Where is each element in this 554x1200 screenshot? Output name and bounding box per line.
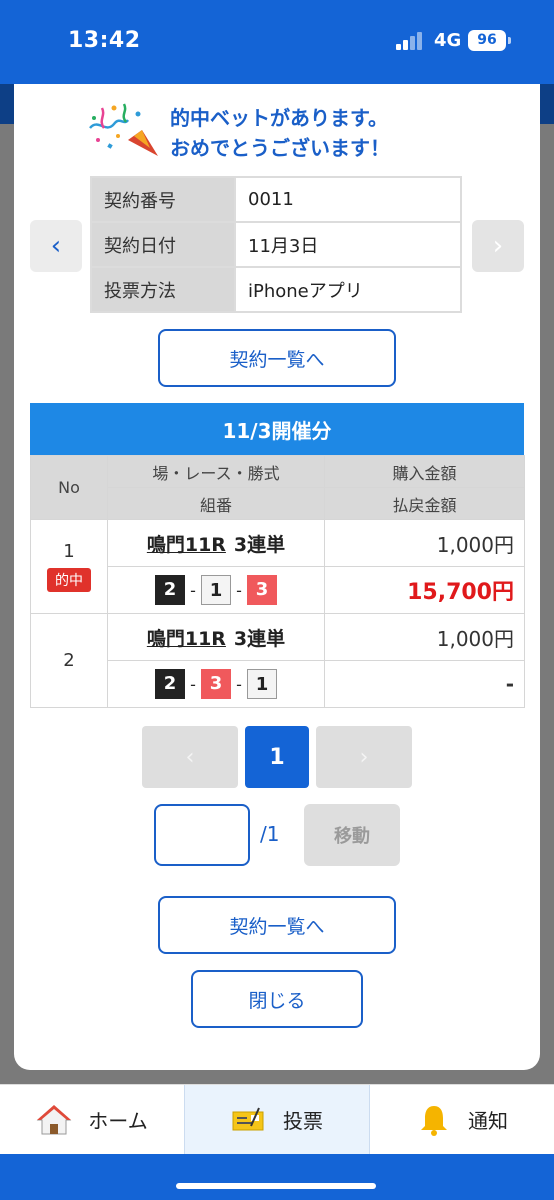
hit-badge: 的中	[47, 568, 91, 592]
page-prev-button[interactable]: ‹	[142, 726, 238, 788]
purchase-amount: 1,000円	[324, 613, 525, 661]
table-row: 1 的中 鳴門11R 3連単 1,000円	[30, 519, 525, 614]
race-link[interactable]: 鳴門11R	[147, 534, 226, 556]
bets-table: No 場・レース・勝式 購入金額 組番 払戻金額 1 的中 鳴門11R 3連単 1…	[30, 455, 525, 708]
contract-list-button[interactable]: 契約一覧へ	[158, 329, 396, 387]
separator: -	[236, 674, 242, 694]
home-indicator[interactable]	[176, 1183, 376, 1189]
battery-icon: 96	[468, 30, 506, 51]
page-total: /1	[260, 822, 280, 846]
contract-date-value: 11月3日	[234, 221, 462, 268]
bet-no-cell: 2	[30, 613, 108, 708]
previous-contract-button[interactable]: ‹	[30, 220, 82, 272]
hit-message-line1: 的中ベットがあります。	[170, 106, 388, 130]
status-bar: 13:42 4G 96	[0, 0, 554, 84]
boat-number: 2	[155, 575, 185, 605]
separator: -	[190, 674, 196, 694]
contract-row: 契約日付 11月3日	[90, 221, 462, 268]
close-button[interactable]: 閉じる	[191, 970, 363, 1028]
bet-type: 3連単	[233, 627, 286, 650]
contract-row: 契約番号 0011	[90, 176, 462, 223]
boat-number: 3	[201, 669, 231, 699]
bet-type: 3連単	[233, 533, 286, 556]
payout-amount: -	[324, 660, 525, 708]
contract-info-table: 契約番号 0011 契約日付 11月3日 投票方法 iPhoneアプリ	[90, 176, 462, 313]
boat-number: 1	[247, 669, 277, 699]
home-icon	[36, 1104, 72, 1134]
table-row: 2 鳴門11R 3連単 1,000円	[30, 613, 525, 708]
race-cell: 鳴門11R 3連単	[107, 519, 325, 567]
combo-cell: 2 - 1 - 3	[107, 566, 325, 614]
column-header-no: No	[30, 455, 108, 520]
background-strip	[540, 84, 554, 124]
bet-number: 2	[63, 650, 75, 671]
voting-method-label: 投票方法	[90, 266, 236, 313]
bell-icon	[421, 1105, 447, 1136]
battery-tip	[508, 37, 511, 44]
contract-number-label: 契約番号	[90, 176, 236, 223]
next-contract-button[interactable]: ›	[472, 220, 524, 272]
chevron-right-icon: ›	[492, 231, 504, 261]
goto-page-button[interactable]: 移動	[304, 804, 400, 866]
separator: -	[236, 580, 242, 600]
column-header-combo: 組番	[107, 487, 325, 520]
ticket-icon	[232, 1107, 264, 1130]
network-type: 4G	[434, 30, 462, 51]
contract-date-label: 契約日付	[90, 221, 236, 268]
purchase-amount: 1,000円	[324, 519, 525, 567]
hit-message-line2: おめでとうございます！	[170, 136, 390, 160]
winning-bet-modal: 的中ベットがあります。 おめでとうございます！ ‹ › 契約番号 0011 契約…	[14, 84, 540, 1070]
boat-number: 3	[247, 575, 277, 605]
tab-vote-label: 投票	[283, 1109, 323, 1133]
signal-icon	[396, 32, 426, 50]
chevron-right-icon: ›	[359, 744, 369, 770]
race-link[interactable]: 鳴門11R	[147, 628, 226, 650]
background-strip	[0, 84, 14, 124]
column-header-purchase: 購入金額	[324, 455, 525, 488]
tab-notifications[interactable]: 通知	[370, 1085, 554, 1154]
hit-banner: 的中ベットがあります。 おめでとうございます！	[84, 98, 484, 162]
separator: -	[190, 580, 196, 600]
voting-method-value: iPhoneアプリ	[234, 266, 462, 313]
page-next-button[interactable]: ›	[316, 726, 412, 788]
combination: 2 - 1 - 3	[155, 575, 277, 605]
party-popper-icon	[89, 103, 158, 156]
tab-vote[interactable]: 投票	[184, 1085, 370, 1154]
boat-number: 2	[155, 669, 185, 699]
bet-no-cell: 1 的中	[30, 519, 108, 614]
tab-home-label: ホーム	[88, 1109, 148, 1133]
payout-amount: 15,700円	[324, 566, 525, 614]
page-current-button[interactable]: 1	[245, 726, 309, 788]
tab-notifications-label: 通知	[468, 1109, 508, 1133]
chevron-left-icon: ‹	[185, 744, 195, 770]
boat-number: 1	[201, 575, 231, 605]
contract-row: 投票方法 iPhoneアプリ	[90, 266, 462, 313]
status-time: 13:42	[68, 28, 141, 53]
race-cell: 鳴門11R 3連単	[107, 613, 325, 661]
chevron-left-icon: ‹	[50, 231, 62, 261]
combo-cell: 2 - 3 - 1	[107, 660, 325, 708]
bet-number: 1	[63, 541, 75, 562]
contract-number-value: 0011	[234, 176, 462, 223]
column-header-payout: 払戻金額	[324, 487, 525, 520]
session-header: 11/3開催分	[30, 403, 524, 455]
home-indicator-area	[0, 1154, 554, 1200]
column-header-race: 場・レース・勝式	[107, 455, 325, 488]
bottom-tab-bar: ホーム 投票 通知	[0, 1084, 554, 1154]
combination: 2 - 3 - 1	[155, 669, 277, 699]
tab-home[interactable]: ホーム	[0, 1085, 184, 1154]
page-number-input[interactable]	[154, 804, 250, 866]
contract-list-button[interactable]: 契約一覧へ	[158, 896, 396, 954]
